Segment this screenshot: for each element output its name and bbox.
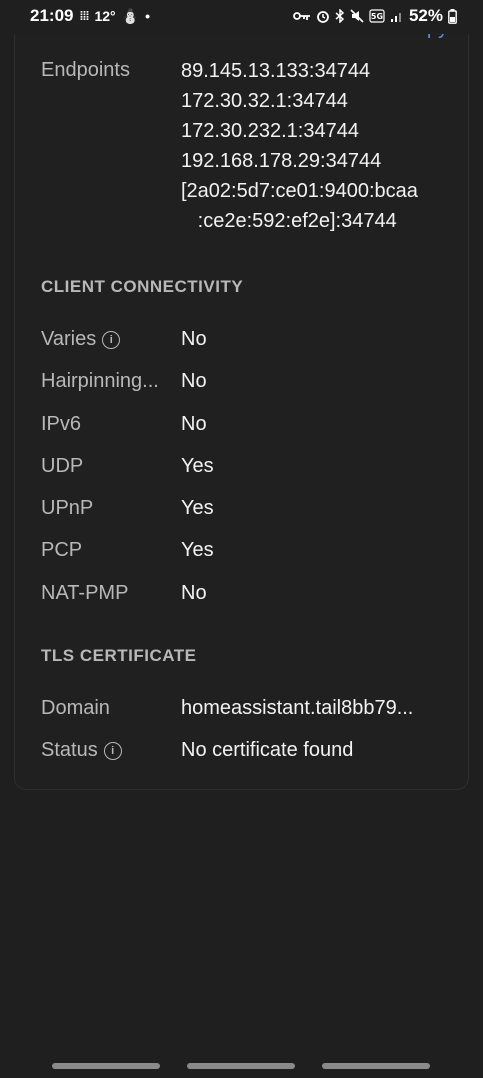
ipv6-label: IPv6 (41, 413, 82, 435)
weather-dots-icon: ⁞⁞⁞ (79, 9, 89, 23)
info-icon[interactable]: i (102, 330, 121, 349)
nat-pmp-value: No (181, 582, 207, 604)
varies-label: Varies i (41, 328, 121, 351)
udp-value: Yes (181, 455, 214, 477)
varies-label-text: Varies (41, 328, 97, 350)
tls-domain-value: homeassistant.tail8bb79... (181, 697, 414, 719)
clock: 21:09 (30, 6, 74, 25)
hairpinning-value: No (181, 370, 207, 392)
screen: Full domain... homeassistant.tail... Cop… (0, 0, 483, 1078)
5g-icon: 5G (369, 9, 385, 23)
key-icon (293, 12, 310, 20)
notification-dot-icon: • (145, 8, 150, 24)
upnp-label: UPnP (41, 497, 94, 519)
navigation-bar (0, 1060, 483, 1078)
svg-text:5G: 5G (371, 12, 383, 21)
hairpinning-label: Hairpinning... (41, 370, 159, 392)
bluetooth-icon (335, 9, 345, 23)
pcp-label: PCP (41, 539, 83, 561)
endpoint-item: [2a02:5d7:ce01:9400:bcaa (181, 180, 418, 202)
endpoint-item: 89.145.13.133:34744 (181, 60, 371, 82)
endpoint-item: 172.30.232.1:34744 (181, 120, 359, 142)
varies-value: No (181, 328, 207, 350)
ipv6-value: No (181, 413, 207, 435)
upnp-value: Yes (181, 497, 214, 519)
info-icon[interactable]: i (103, 741, 122, 760)
signal-icon (390, 13, 401, 22)
endpoint-item: :ce2e:592:ef2e]:34744 (181, 210, 397, 232)
tls-status-label: Status i (41, 739, 122, 762)
endpoints-list: 89.145.13.133:34744 172.30.32.1:34744 17… (181, 56, 418, 236)
battery-percent: 52% (408, 6, 443, 25)
nav-pill-center[interactable] (187, 1063, 295, 1069)
alarm-icon (317, 11, 329, 23)
endpoint-item: 172.30.32.1:34744 (181, 90, 348, 112)
nat-pmp-label: NAT-PMP (41, 582, 129, 604)
nav-pill-right[interactable] (322, 1063, 430, 1069)
tls-status-value: No certificate found (181, 739, 354, 761)
details-card: Full domain... homeassistant.tail... Cop… (14, 0, 469, 790)
nav-pill-left[interactable] (52, 1063, 160, 1069)
weather-icon: ⛄ (121, 7, 140, 24)
tls-domain-label: Domain (41, 697, 110, 719)
endpoints-label: Endpoints (41, 59, 130, 81)
tls-certificate-heading: TLS CERTIFICATE (41, 646, 197, 665)
temperature: 12° (94, 8, 116, 24)
status-bar-left: 21:09 ⁞⁞⁞ 12° ⛄ • (30, 6, 150, 26)
pcp-value: Yes (181, 539, 214, 561)
tls-status-label-text: Status (41, 739, 98, 761)
mute-icon (350, 9, 364, 23)
endpoint-item: 192.168.178.29:34744 (181, 150, 382, 172)
status-bar: 21:09 ⁞⁞⁞ 12° ⛄ • 5G 52% (0, 0, 483, 34)
status-bar-right: 5G 52% (293, 6, 457, 26)
client-connectivity-heading: CLIENT CONNECTIVITY (41, 277, 244, 296)
udp-label: UDP (41, 455, 84, 477)
battery-icon (448, 8, 457, 24)
